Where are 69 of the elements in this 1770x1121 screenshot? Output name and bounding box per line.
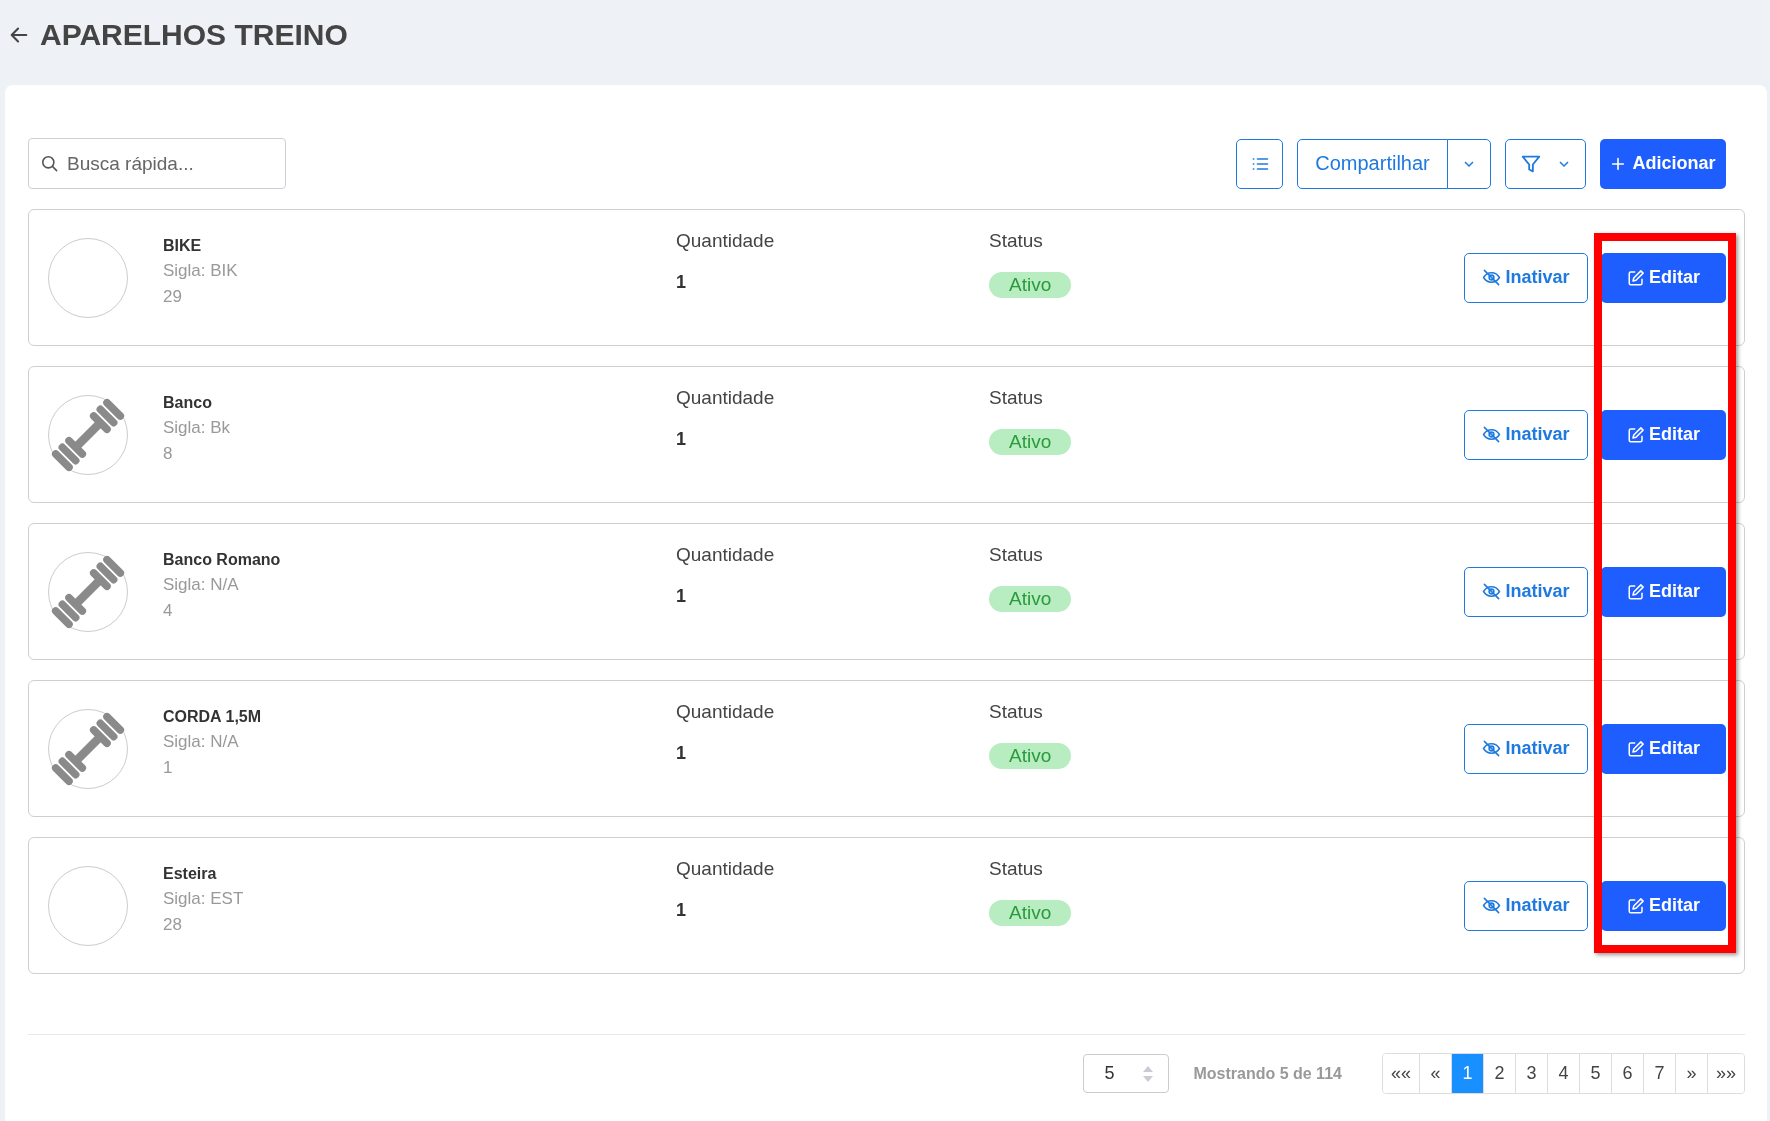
quantity-label: Quantidade xyxy=(676,858,776,880)
quantity-label: Quantidade xyxy=(676,701,776,723)
eye-slash-icon xyxy=(1482,268,1502,287)
edit-button[interactable]: Editar xyxy=(1601,409,1726,460)
item-name: BIKE xyxy=(163,236,203,255)
status-label: Status xyxy=(989,701,1044,723)
quantity-value: 1 xyxy=(676,900,687,921)
status-badge: Ativo xyxy=(989,900,1072,926)
item-abbreviation: Sigla: N/A xyxy=(163,574,240,595)
edit-button[interactable]: Editar xyxy=(1601,723,1726,774)
status-label: Status xyxy=(989,858,1044,880)
quantity-label: Quantidade xyxy=(676,230,776,252)
add-button[interactable]: Adicionar xyxy=(1600,138,1726,189)
status-badge: Ativo xyxy=(989,272,1072,298)
item-name: CORDA 1,5M xyxy=(163,707,263,726)
edit-icon xyxy=(1627,582,1645,601)
filter-button[interactable] xyxy=(1505,138,1586,189)
page-button[interactable]: 1 xyxy=(1450,1054,1483,1093)
item-code: 29 xyxy=(163,286,183,307)
status-badge: Ativo xyxy=(989,586,1072,612)
deactivate-button[interactable]: Inativar xyxy=(1464,723,1588,774)
item-name: Banco Romano xyxy=(163,550,282,569)
eye-slash-icon xyxy=(1482,739,1502,758)
edit-button[interactable]: Editar xyxy=(1601,252,1726,303)
plus-icon xyxy=(1610,155,1627,172)
item-name: Esteira xyxy=(163,864,218,883)
deactivate-button[interactable]: Inativar xyxy=(1464,880,1588,931)
edit-button[interactable]: Editar xyxy=(1601,566,1726,617)
spinner-icon xyxy=(1142,1064,1155,1083)
deactivate-button[interactable]: Inativar xyxy=(1464,409,1588,460)
deactivate-button[interactable]: Inativar xyxy=(1464,252,1588,303)
list-view-button[interactable] xyxy=(1236,138,1283,189)
item-abbreviation: Sigla: BIK xyxy=(163,260,239,281)
results-summary: Mostrando 5 de 114 xyxy=(1193,1064,1342,1083)
item-abbreviation: Sigla: Bk xyxy=(163,417,232,438)
quantity-value: 1 xyxy=(676,429,687,450)
eye-slash-icon xyxy=(1482,582,1502,601)
page-title: APARELHOS TREINO xyxy=(40,17,348,52)
edit-icon xyxy=(1627,896,1645,915)
search-icon xyxy=(40,154,59,173)
edit-icon xyxy=(1627,268,1645,287)
edit-button[interactable]: Editar xyxy=(1601,880,1726,931)
item-abbreviation: Sigla: EST xyxy=(163,888,245,909)
share-dropdown-button[interactable] xyxy=(1447,138,1491,189)
edit-icon xyxy=(1627,739,1645,758)
item-code: 28 xyxy=(163,914,183,935)
status-label: Status xyxy=(989,230,1044,252)
item-name: Banco xyxy=(163,393,213,412)
item-abbreviation: Sigla: N/A xyxy=(163,731,240,752)
status-label: Status xyxy=(989,544,1044,566)
eye-slash-icon xyxy=(1482,425,1502,444)
item-code: 8 xyxy=(163,443,174,464)
page-button[interactable]: »» xyxy=(1706,1054,1744,1093)
quantity-value: 1 xyxy=(676,586,687,607)
quantity-value: 1 xyxy=(676,272,687,293)
share-button[interactable]: Compartilhar xyxy=(1297,138,1448,189)
quantity-label: Quantidade xyxy=(676,387,776,409)
item-code: 1 xyxy=(163,757,174,778)
status-label: Status xyxy=(989,387,1044,409)
search-field[interactable]: Busca rápida... xyxy=(28,138,286,189)
eye-slash-icon xyxy=(1482,896,1502,915)
deactivate-button[interactable]: Inativar xyxy=(1464,566,1588,617)
item-code: 4 xyxy=(163,600,174,621)
quantity-value: 1 xyxy=(676,743,687,764)
page-size-select[interactable]: 5 xyxy=(1083,1054,1170,1093)
edit-icon xyxy=(1627,425,1645,444)
status-badge: Ativo xyxy=(989,429,1072,455)
quantity-label: Quantidade xyxy=(676,544,776,566)
status-badge: Ativo xyxy=(989,743,1072,769)
